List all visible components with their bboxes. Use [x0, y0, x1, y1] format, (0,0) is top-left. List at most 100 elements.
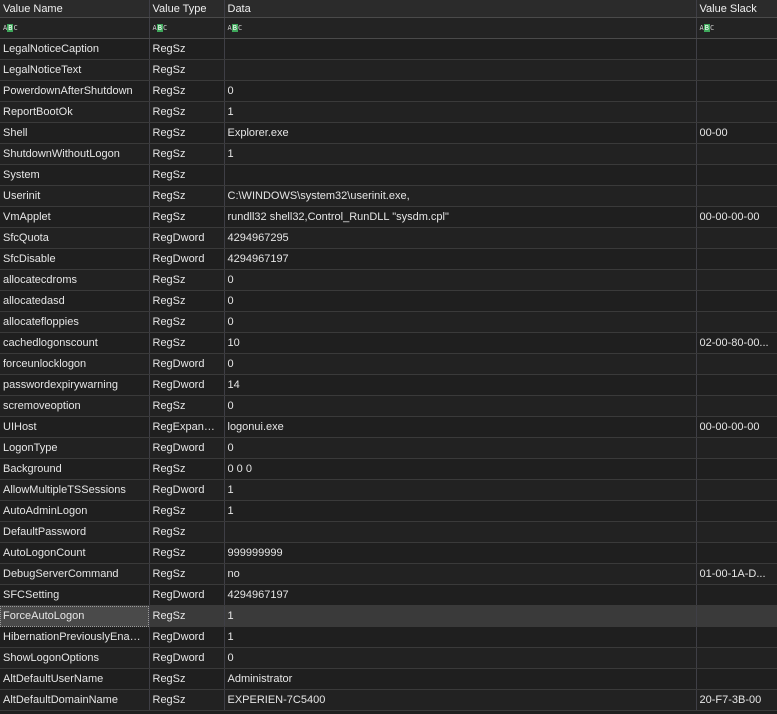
- cell-value-slack[interactable]: [696, 605, 777, 627]
- cell-value-type[interactable]: RegSz: [149, 500, 225, 522]
- cell-data[interactable]: Explorer.exe: [224, 122, 697, 144]
- cell-value-slack[interactable]: [696, 437, 777, 459]
- cell-value-slack[interactable]: [696, 668, 777, 690]
- cell-value-name[interactable]: VmApplet: [0, 206, 150, 228]
- cell-value-name[interactable]: scremoveoption: [0, 395, 150, 417]
- column-header-value-type[interactable]: Value Type: [149, 0, 225, 18]
- cell-data[interactable]: logonui.exe: [224, 416, 697, 438]
- cell-value-slack[interactable]: [696, 101, 777, 123]
- cell-data[interactable]: EXPERIEN-7C5400: [224, 689, 697, 711]
- table-row[interactable]: allocatefloppies RegSz 0: [0, 311, 777, 333]
- cell-data[interactable]: 999999999: [224, 542, 697, 564]
- table-row[interactable]: DebugServerCommand RegSz no 01-00-1A-D...: [0, 563, 777, 585]
- cell-value-type[interactable]: RegSz: [149, 59, 225, 81]
- cell-value-name[interactable]: DefaultPassword: [0, 521, 150, 543]
- table-row[interactable]: LegalNoticeText RegSz: [0, 59, 777, 81]
- table-row[interactable]: Userinit RegSz C:\WINDOWS\system32\userini…: [0, 185, 777, 207]
- cell-data[interactable]: 1: [224, 479, 697, 501]
- table-row[interactable]: ShutdownWithoutLogon RegSz 1: [0, 143, 777, 165]
- table-row[interactable]: Background RegSz 0 0 0: [0, 458, 777, 480]
- cell-value-slack[interactable]: [696, 269, 777, 291]
- cell-data[interactable]: 14: [224, 374, 697, 396]
- cell-value-slack[interactable]: [696, 80, 777, 102]
- cell-value-slack[interactable]: 02-00-80-00...: [696, 332, 777, 354]
- column-header-data[interactable]: Data: [224, 0, 697, 18]
- cell-value-name[interactable]: DebugServerCommand: [0, 563, 150, 585]
- table-row[interactable]: AutoLogonCount RegSz 999999999: [0, 542, 777, 564]
- table-row[interactable]: LegalNoticeCaption RegSz: [0, 38, 777, 60]
- table-row[interactable]: AltDefaultUserName RegSz Administrator: [0, 668, 777, 690]
- cell-data[interactable]: 0: [224, 290, 697, 312]
- cell-value-slack[interactable]: [696, 542, 777, 564]
- table-row[interactable]: ForceAutoLogon RegSz 1: [0, 605, 777, 627]
- cell-value-type[interactable]: RegSz: [149, 563, 225, 585]
- cell-value-name[interactable]: passwordexpirywarning: [0, 374, 150, 396]
- table-row[interactable]: ShowLogonOptions RegDword 0: [0, 647, 777, 669]
- filter-cell-value-type[interactable]: ABC: [149, 17, 225, 39]
- cell-value-name[interactable]: LogonType: [0, 437, 150, 459]
- cell-value-slack[interactable]: [696, 647, 777, 669]
- cell-value-slack[interactable]: [696, 164, 777, 186]
- cell-value-type[interactable]: RegSz: [149, 269, 225, 291]
- table-row[interactable]: Shell RegSz Explorer.exe 00-00: [0, 122, 777, 144]
- cell-value-slack[interactable]: [696, 374, 777, 396]
- cell-data[interactable]: 4294967295: [224, 227, 697, 249]
- cell-value-slack[interactable]: [696, 227, 777, 249]
- cell-value-name[interactable]: SfcQuota: [0, 227, 150, 249]
- cell-value-name[interactable]: allocatefloppies: [0, 311, 150, 333]
- cell-data[interactable]: [224, 59, 697, 81]
- cell-value-type[interactable]: RegDword: [149, 353, 225, 375]
- cell-value-type[interactable]: RegDword: [149, 584, 225, 606]
- cell-value-type[interactable]: RegSz: [149, 542, 225, 564]
- table-row[interactable]: LogonType RegDword 0: [0, 437, 777, 459]
- cell-value-slack[interactable]: [696, 458, 777, 480]
- table-row[interactable]: ReportBootOk RegSz 1: [0, 101, 777, 123]
- cell-value-slack[interactable]: 00-00: [696, 122, 777, 144]
- cell-data[interactable]: 0 0 0: [224, 458, 697, 480]
- cell-value-type[interactable]: RegSz: [149, 164, 225, 186]
- table-row[interactable]: AltDefaultDomainName RegSz EXPERIEN-7C5400…: [0, 689, 777, 711]
- cell-data[interactable]: [224, 38, 697, 60]
- table-row[interactable]: scremoveoption RegSz 0: [0, 395, 777, 417]
- cell-value-name[interactable]: HibernationPreviouslyEnabled: [0, 626, 150, 648]
- table-row[interactable]: cachedlogonscount RegSz 10 02-00-80-00...: [0, 332, 777, 354]
- cell-value-slack[interactable]: [696, 353, 777, 375]
- text-filter-icon[interactable]: ABC: [700, 24, 714, 33]
- cell-value-type[interactable]: RegSz: [149, 185, 225, 207]
- cell-value-slack[interactable]: [696, 311, 777, 333]
- cell-value-slack[interactable]: 20-F7-3B-00: [696, 689, 777, 711]
- cell-value-name[interactable]: AllowMultipleTSSessions: [0, 479, 150, 501]
- cell-data[interactable]: 0: [224, 353, 697, 375]
- cell-value-type[interactable]: RegSz: [149, 521, 225, 543]
- cell-value-type[interactable]: RegSz: [149, 38, 225, 60]
- cell-value-name[interactable]: ForceAutoLogon: [0, 605, 150, 627]
- table-row[interactable]: allocatecdroms RegSz 0: [0, 269, 777, 291]
- filter-cell-value-slack[interactable]: ABC: [696, 17, 777, 39]
- cell-data[interactable]: 0: [224, 80, 697, 102]
- table-row[interactable]: SfcQuota RegDword 4294967295: [0, 227, 777, 249]
- cell-value-slack[interactable]: [696, 290, 777, 312]
- cell-value-name[interactable]: SfcDisable: [0, 248, 150, 270]
- text-filter-icon[interactable]: ABC: [153, 24, 167, 33]
- cell-data[interactable]: 4294967197: [224, 584, 697, 606]
- cell-data[interactable]: rundll32 shell32,Control_RunDLL "sysdm.c…: [224, 206, 697, 228]
- cell-value-type[interactable]: RegSz: [149, 605, 225, 627]
- cell-value-slack[interactable]: 00-00-00-00: [696, 416, 777, 438]
- cell-data[interactable]: 4294967197: [224, 248, 697, 270]
- cell-value-type[interactable]: RegDword: [149, 437, 225, 459]
- cell-data[interactable]: [224, 521, 697, 543]
- cell-data[interactable]: 0: [224, 437, 697, 459]
- cell-data[interactable]: 10: [224, 332, 697, 354]
- cell-value-name[interactable]: ShowLogonOptions: [0, 647, 150, 669]
- cell-value-name[interactable]: AutoLogonCount: [0, 542, 150, 564]
- cell-value-type[interactable]: RegSz: [149, 668, 225, 690]
- table-row[interactable]: System RegSz: [0, 164, 777, 186]
- column-header-value-slack[interactable]: Value Slack: [696, 0, 777, 18]
- text-filter-icon[interactable]: ABC: [3, 24, 18, 33]
- filter-cell-value-name[interactable]: ABC: [0, 17, 150, 39]
- cell-value-type[interactable]: RegDword: [149, 227, 225, 249]
- cell-value-type[interactable]: RegSz: [149, 122, 225, 144]
- cell-data[interactable]: [224, 164, 697, 186]
- table-row[interactable]: VmApplet RegSz rundll32 shell32,Control_Ru…: [0, 206, 777, 228]
- cell-value-type[interactable]: RegDword: [149, 479, 225, 501]
